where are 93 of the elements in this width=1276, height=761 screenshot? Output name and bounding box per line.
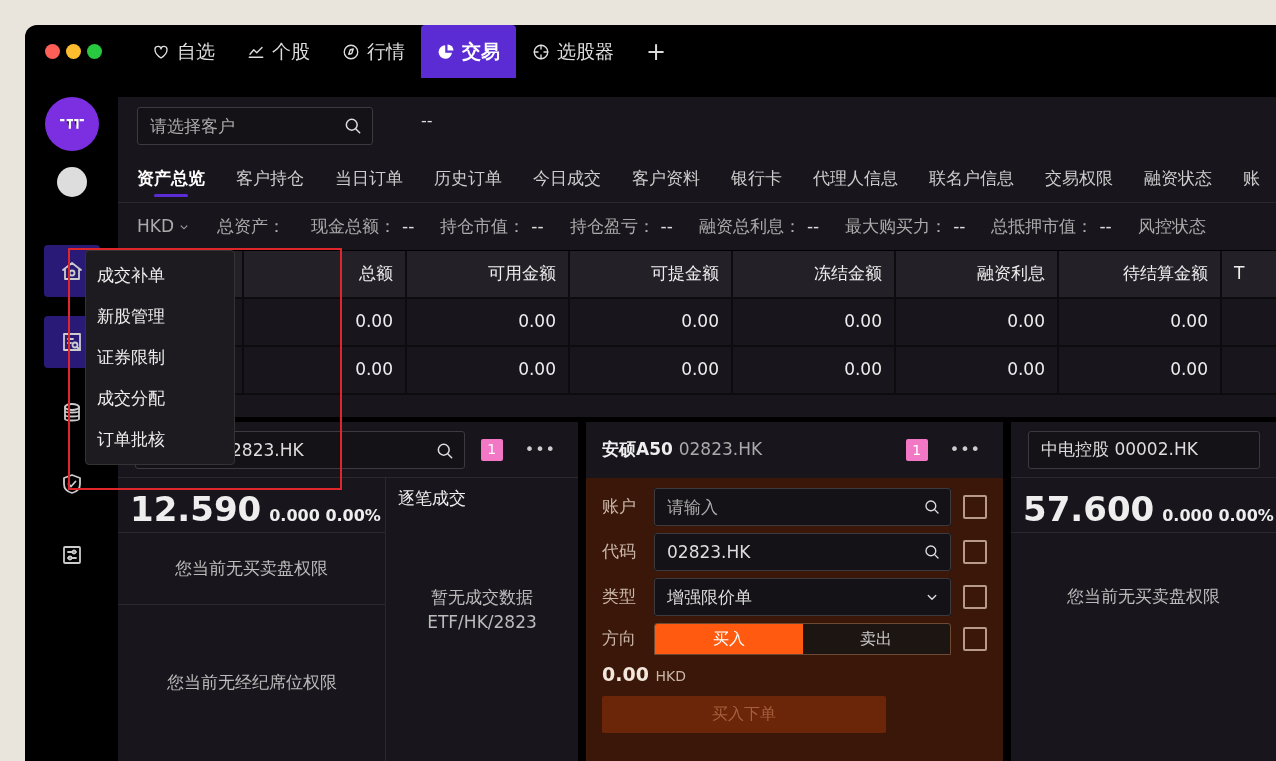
checkbox[interactable]: [963, 585, 987, 609]
page-tab[interactable]: 客户持仓: [236, 155, 304, 202]
checkbox[interactable]: [963, 540, 987, 564]
input-field[interactable]: 02823.HK: [654, 533, 951, 571]
page-tab[interactable]: 代理人信息: [813, 155, 898, 202]
summary-field: 持仓市值： --: [440, 213, 544, 240]
pie-chart-icon: [437, 42, 455, 61]
app-tab[interactable]: 交易: [421, 25, 516, 78]
table-cell: 0.00: [1059, 299, 1222, 345]
client-search-field[interactable]: 请选择客户: [137, 107, 373, 145]
order-type-select[interactable]: 增强限价单: [654, 578, 951, 616]
app-tab[interactable]: 个股: [231, 25, 326, 78]
more-button[interactable]: •••: [518, 436, 562, 463]
amount-text: 0.00 HKD: [602, 662, 686, 687]
notice-text: 您当前无买卖盘权限: [1067, 585, 1220, 609]
checkbox[interactable]: [963, 495, 987, 519]
currency-dropdown[interactable]: HKD: [137, 213, 192, 240]
search-icon: [343, 116, 363, 136]
summary-field: 现金总额： --: [311, 213, 415, 240]
page-tab[interactable]: 交易权限: [1045, 155, 1113, 202]
add-tab-button[interactable]: +: [636, 33, 677, 70]
page-tab[interactable]: 账: [1243, 155, 1260, 202]
close-icon[interactable]: [45, 44, 60, 59]
client-name: --: [421, 110, 433, 132]
page-tab[interactable]: 银行卡: [731, 155, 782, 202]
page-tab[interactable]: 客户资料: [632, 155, 700, 202]
table-cell: 0.00: [1059, 347, 1222, 393]
home-icon: [59, 259, 84, 283]
table-cell: 0.00: [244, 347, 407, 393]
app-tab[interactable]: 行情: [326, 25, 421, 78]
crosshair-icon: [532, 42, 550, 61]
search-icon: [923, 543, 941, 561]
logo-icon[interactable]: [44, 97, 99, 151]
table-cell: 0.00: [733, 347, 896, 393]
count-badge: 1: [905, 439, 928, 461]
column-header: T: [1222, 251, 1276, 297]
page-tab[interactable]: 当日订单: [335, 155, 403, 202]
menu-item[interactable]: 成交补单: [86, 255, 234, 296]
column-header: 融资利息: [896, 251, 1059, 297]
summary-field: 最大购买力： --: [845, 213, 966, 240]
field-label: 类型: [602, 585, 637, 609]
table-cell: 0.00: [896, 347, 1059, 393]
app-tab[interactable]: 选股器: [516, 25, 630, 78]
column-header: 可用金额: [407, 251, 570, 297]
summary-field: 总抵押市值： --: [991, 213, 1112, 240]
column-header: 可提金额: [570, 251, 733, 297]
page-tab[interactable]: 联名户信息: [929, 155, 1014, 202]
field-label: 代码: [602, 540, 637, 564]
price-text: 12.590: [130, 488, 262, 531]
menu-item[interactable]: 新股管理: [86, 296, 234, 337]
table-cell: 0.00: [407, 299, 570, 345]
column-header: 总额: [244, 251, 407, 297]
page-tab[interactable]: 资产总览: [137, 155, 205, 202]
change-text: 0.000 0.00%: [269, 505, 381, 527]
page-tab[interactable]: 历史订单: [434, 155, 502, 202]
table-cell: 0.00: [244, 299, 407, 345]
column-header: 冻结金额: [733, 251, 896, 297]
summary-field: 持仓盈亏： --: [569, 213, 673, 240]
symbol-search-field[interactable]: 中电控股 00002.HK: [1028, 430, 1260, 469]
search-icon: [923, 498, 941, 516]
panel-title: 逐笔成交: [397, 487, 467, 510]
input-field[interactable]: 请输入: [654, 488, 951, 526]
table-cell: 0.00: [896, 299, 1059, 345]
field-label: 账户: [602, 495, 637, 519]
compass-icon: [342, 42, 360, 61]
price-text: 57.600: [1023, 488, 1155, 531]
column-header: 待结算金额: [1059, 251, 1222, 297]
field-label: 方向: [602, 627, 637, 651]
maximize-icon[interactable]: [87, 44, 102, 59]
more-button[interactable]: •••: [943, 437, 987, 463]
menu-item[interactable]: 证券限制: [86, 337, 234, 378]
stock-title: 安硕A50 02823.HK: [602, 438, 764, 462]
page-tab[interactable]: 融资状态: [1144, 155, 1212, 202]
app-tab[interactable]: 自选: [136, 25, 231, 78]
symbol-path-text: ETF/HK/2823: [427, 611, 537, 635]
notice-text: 您当前无买卖盘权限: [175, 556, 328, 580]
notice-text: 您当前无经纪席位权限: [166, 671, 337, 695]
table-cell: 0.00: [570, 347, 733, 393]
menu-item[interactable]: 成交分配: [86, 378, 234, 419]
summary-field: 总资产：: [217, 213, 286, 240]
avatar-icon[interactable]: [56, 167, 87, 197]
change-text: 0.000 0.00%: [1162, 505, 1274, 527]
checkbox[interactable]: [963, 627, 987, 651]
table-cell: 0.00: [570, 299, 733, 345]
summary-field: 融资总利息： --: [698, 213, 820, 240]
empty-text: 暂无成交数据: [431, 585, 533, 609]
page-tab[interactable]: 今日成交: [533, 155, 601, 202]
table-cell: 0.00: [407, 347, 570, 393]
summary-field: 风控状态: [1137, 213, 1206, 240]
minimize-icon[interactable]: [66, 44, 81, 59]
table-cell: 0.00: [733, 299, 896, 345]
count-badge: 1: [480, 438, 503, 461]
direction-option[interactable]: 卖出: [802, 624, 950, 654]
